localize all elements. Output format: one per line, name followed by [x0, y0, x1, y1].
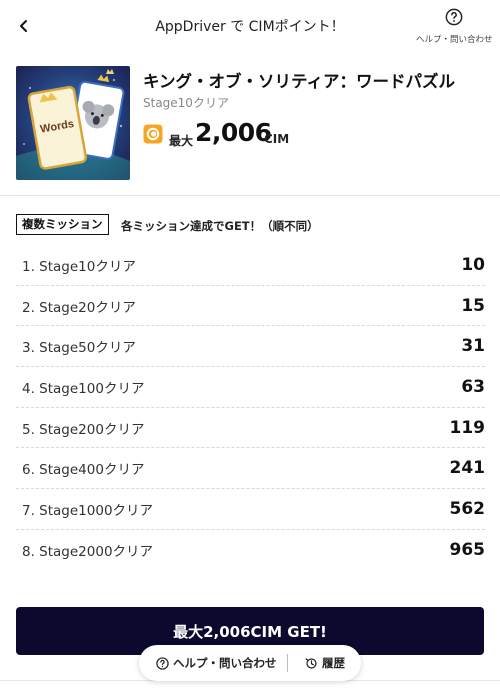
question-circle-icon — [156, 656, 169, 670]
top-header: AppDriver で CIMポイント！ ヘルプ・問い合わせ — [0, 0, 500, 52]
app-thumbnail: Words — [16, 66, 130, 180]
mission-points: 965 — [449, 540, 486, 561]
mission-row: 5. Stage200クリア 119 — [16, 408, 485, 449]
help-contact-label: ヘルプ・問い合わせ — [416, 35, 493, 45]
mission-row: 1. Stage10クリア 10 — [16, 245, 485, 286]
mission-points: 15 — [461, 295, 485, 316]
multi-mission-tag: 複数ミッション — [16, 214, 109, 235]
divider — [0, 195, 500, 196]
mission-row: 3. Stage50クリア 31 — [16, 326, 485, 368]
mission-list: 1. Stage10クリア 10 2. Stage20クリア 15 3. Sta… — [16, 245, 485, 571]
history-icon — [305, 657, 317, 669]
question-circle-icon — [445, 8, 463, 26]
mission-label: 5. Stage200クリア — [22, 421, 145, 438]
app-subtitle: Stage10クリア — [143, 96, 229, 110]
floating-action-pill: ヘルプ・問い合わせ 履歴 — [139, 645, 361, 681]
history-label: 履歴 — [322, 656, 345, 670]
mission-label: 3. Stage50クリア — [22, 340, 136, 357]
mission-label: 8. Stage2000クリア — [22, 544, 154, 561]
mission-points: 562 — [449, 498, 486, 519]
mission-note: 各ミッション達成でGET！（順不同） — [121, 219, 319, 233]
help-contact-label: ヘルプ・問い合わせ — [173, 656, 277, 670]
mission-row: 7. Stage1000クリア 562 — [16, 489, 485, 530]
mission-label: 6. Stage400クリア — [22, 462, 145, 479]
mission-row: 2. Stage20クリア 15 — [16, 286, 485, 327]
help-contact-button[interactable]: ヘルプ・問い合わせ — [416, 8, 493, 45]
mission-points: 10 — [461, 254, 485, 275]
mission-points: 63 — [461, 376, 485, 397]
mission-points: 119 — [449, 417, 486, 438]
max-prefix: 最大 — [169, 134, 194, 148]
points-unit: CIM — [264, 132, 290, 146]
help-contact-link[interactable]: ヘルプ・問い合わせ — [139, 655, 287, 671]
history-link[interactable]: 履歴 — [288, 655, 345, 671]
mission-label: 1. Stage10クリア — [22, 258, 136, 275]
mission-label: 4. Stage100クリア — [22, 380, 145, 397]
mission-row: 4. Stage100クリア 63 — [16, 367, 485, 408]
mission-row: 6. Stage400クリア 241 — [16, 448, 486, 490]
cim-coin-icon — [143, 124, 163, 144]
max-points-value: 2,006 — [195, 118, 272, 147]
mission-row: 8. Stage2000クリア 965 — [16, 530, 485, 571]
mission-points: 31 — [461, 336, 485, 357]
app-name: キング・オブ・ソリティア：ワードパズル — [143, 72, 456, 91]
mission-label: 7. Stage1000クリア — [22, 502, 154, 519]
mission-label: 2. Stage20クリア — [22, 299, 136, 316]
mission-points: 241 — [449, 458, 486, 479]
